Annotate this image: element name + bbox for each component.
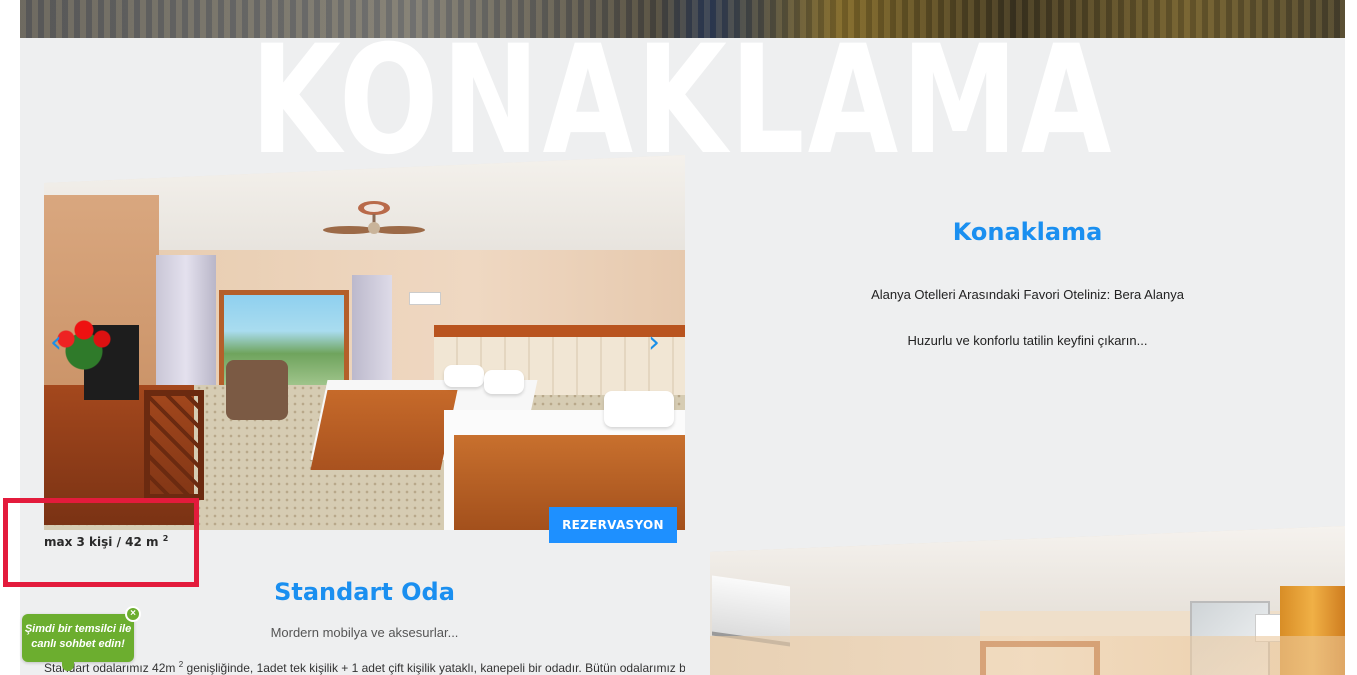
content-panel: KONAKLAMA ‹ › REZERVASYON max 3 kişi / 4…	[20, 0, 1345, 675]
room-description: Standart odalarımız 42m 2 genişliğinde, …	[44, 660, 685, 675]
room-photo-second	[710, 526, 1345, 675]
section-tagline: Alanya Otelleri Arasındaki Favori Otelin…	[871, 287, 1184, 302]
live-chat-bubble[interactable]: Şimdi bir temsilci ile canlı sohbet edin…	[22, 614, 134, 662]
section-subtagline: Huzurlu ve konforlu tatilin keyfini çıka…	[907, 333, 1148, 348]
chat-line-1: Şimdi bir temsilci ile	[24, 623, 132, 635]
room-photo-standard	[44, 155, 685, 530]
room-subtitle: Mordern mobilya ve aksesurlar...	[270, 625, 459, 640]
hero-big-title: KONAKLAMA	[250, 14, 1115, 188]
carousel-prev-icon[interactable]: ‹	[50, 328, 68, 358]
close-icon[interactable]: ×	[125, 606, 141, 622]
highlight-box	[3, 498, 199, 587]
section-title: Konaklama	[952, 218, 1103, 246]
ceiling-fan-icon	[323, 201, 425, 234]
chat-line-2: canlı sohbet edin!	[31, 638, 125, 650]
reservation-button[interactable]: REZERVASYON	[549, 507, 677, 543]
carousel-next-icon[interactable]: ›	[648, 328, 672, 358]
